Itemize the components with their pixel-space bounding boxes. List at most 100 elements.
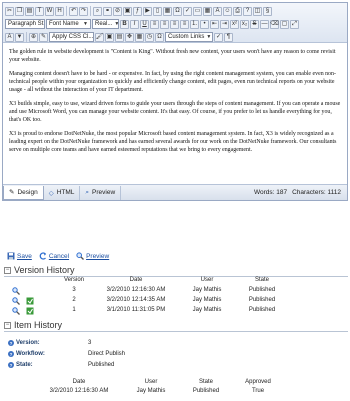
cut-icon[interactable]: ✂ [5,6,14,16]
cell-state: Published [248,307,276,313]
css-class-dropdown[interactable]: Apply CSS Cl...▼ [49,32,94,42]
bulleted-list-icon[interactable]: • [200,19,209,29]
image-icon[interactable]: ▣ [123,6,132,16]
redo-icon[interactable]: ↷ [79,6,88,16]
hyperlink-icon[interactable]: ⚭ [103,6,112,16]
cancel-link[interactable]: Cancel [39,252,69,260]
editor-status-bar: ✎ Design ◇ HTML ⌕ Preview Words: 187 Cha… [3,184,347,200]
indent-icon[interactable]: ⇥ [220,19,229,29]
style-builder-icon[interactable]: ✎ [39,32,48,42]
toolbar-separator [66,6,67,16]
html-mode-tab[interactable]: ◇ HTML [44,185,81,200]
ordered-list-icon[interactable]: ⒈ [190,19,199,29]
superscript-icon[interactable]: x² [230,19,239,29]
print-icon[interactable]: ⎙ [233,6,242,16]
font-name-dropdown[interactable]: Font Name ▼ [46,19,91,29]
preview-link[interactable]: Preview [76,252,109,260]
content-paragraph: The golden rule in website development i… [9,49,336,63]
abbr-icon[interactable]: A [213,6,222,16]
highlight-icon[interactable]: ▼ [15,32,24,42]
symbol-icon[interactable]: Ω [173,6,182,16]
document-icon[interactable]: ▯ [153,6,162,16]
outdent-icon[interactable]: ⇤ [210,19,219,29]
zoom-icon[interactable]: ⊕ [29,32,38,42]
design-mode-tab[interactable]: ✎ Design [3,185,44,200]
format-stripper-icon[interactable]: ⌫ [270,19,279,29]
copy-icon[interactable]: ❐ [15,6,24,16]
align-center-icon[interactable]: ≡ [160,19,169,29]
find-icon[interactable]: ⌕ [93,6,102,16]
collapse-icon[interactable]: − [4,266,11,274]
item-history-header[interactable]: − Item History [4,320,62,330]
field-value: Direct Publish [88,351,126,357]
media-icon[interactable]: ▶ [143,6,152,16]
toolbar-separator [90,6,91,16]
custom-links-dropdown[interactable]: Custom Links ▼ [165,32,213,42]
snippet-icon[interactable]: § [263,6,272,16]
module-icon[interactable]: ◫ [253,6,262,16]
restore-version-icon[interactable] [26,307,34,315]
paste-html-icon[interactable]: H [55,6,64,16]
bold-icon[interactable]: B [120,19,129,29]
cell-state: Published [248,287,276,293]
cell-user: Jay Mathis [136,388,166,394]
remove-link-icon[interactable]: ⊘ [113,6,122,16]
cancel-icon [39,252,46,260]
font-size-dropdown[interactable]: Real... ▼ [92,19,119,29]
help-icon[interactable]: ? [243,6,252,16]
emoticon-icon[interactable]: ☺ [223,6,232,16]
preview-version-icon[interactable] [12,307,20,315]
insert-time-icon[interactable]: ◷ [145,32,154,42]
format-brush-icon[interactable]: 🖌 [95,32,104,42]
editor-content-area[interactable]: The golden rule in website development i… [3,44,347,184]
horizontal-rule-icon[interactable]: ― [260,19,269,29]
paste-icon[interactable]: ▤ [25,6,34,16]
editor-counts: Words: 187 Characters: 1112 [254,189,347,196]
underline-icon[interactable]: U [140,19,149,29]
field-workflow: ? Workflow: Direct Publish [8,351,208,362]
help-icon[interactable]: ? [8,362,14,368]
align-left-icon[interactable]: ≡ [150,19,159,29]
table-icon[interactable]: ▦ [203,6,212,16]
column-header-date: Date [72,379,86,385]
paste-word-icon[interactable]: W [45,6,54,16]
page-properties-icon[interactable]: ▤ [115,32,124,42]
italic-icon[interactable]: I [130,19,139,29]
xhtml-validator-icon[interactable]: ✓ [214,32,223,42]
field-label: ? State: [8,362,33,368]
preview-version-icon[interactable] [12,287,20,295]
table-row: 1 3/1/2010 11:31:05 PM Jay Mathis Publis… [6,306,346,316]
font-color-icon[interactable]: A [5,32,14,42]
save-link[interactable]: Save [7,252,32,260]
spellcheck-icon[interactable]: ✓ [183,6,192,16]
flash-icon[interactable]: ƒ [133,6,142,16]
item-history-fields: ? Version: 3 ? Workflow: Direct Publish ? S… [8,340,208,373]
restore-version-icon[interactable] [26,297,34,305]
toggle-borders-icon[interactable]: ▢ [280,19,289,29]
image-map-icon[interactable]: ▣ [105,32,114,42]
preview-version-icon[interactable] [12,297,20,305]
strikethrough-icon[interactable]: S [250,19,259,29]
cell-state: Published [192,388,220,394]
align-right-icon[interactable]: ≡ [170,19,179,29]
subscript-icon[interactable]: x₂ [240,19,249,29]
html-mode-label: HTML [56,189,75,196]
absolute-position-icon[interactable]: ✥ [125,32,134,42]
column-header-state: State [198,379,213,385]
justify-icon[interactable]: ≡ [180,19,189,29]
version-history-header[interactable]: − Version History [4,265,75,275]
collapse-icon[interactable]: − [4,321,11,329]
help-icon[interactable]: ? [8,340,14,346]
insert-date-icon[interactable]: ▦ [135,32,144,42]
cell-approved: True [251,388,265,394]
paragraph-style-dropdown[interactable]: Paragraph St...▼ [5,19,45,29]
paste-text-icon[interactable]: T [35,6,44,16]
track-changes-icon[interactable]: Ω [155,32,164,42]
preview-mode-tab[interactable]: ⌕ Preview [80,185,122,200]
help-icon[interactable]: ? [8,351,14,357]
form-icon[interactable]: ▭ [193,6,202,16]
undo-icon[interactable]: ↶ [69,6,78,16]
template-icon[interactable]: ▦ [163,6,172,16]
fullscreen-icon[interactable]: ⤢ [290,19,299,29]
word-count-icon[interactable]: ¶ [224,32,233,42]
